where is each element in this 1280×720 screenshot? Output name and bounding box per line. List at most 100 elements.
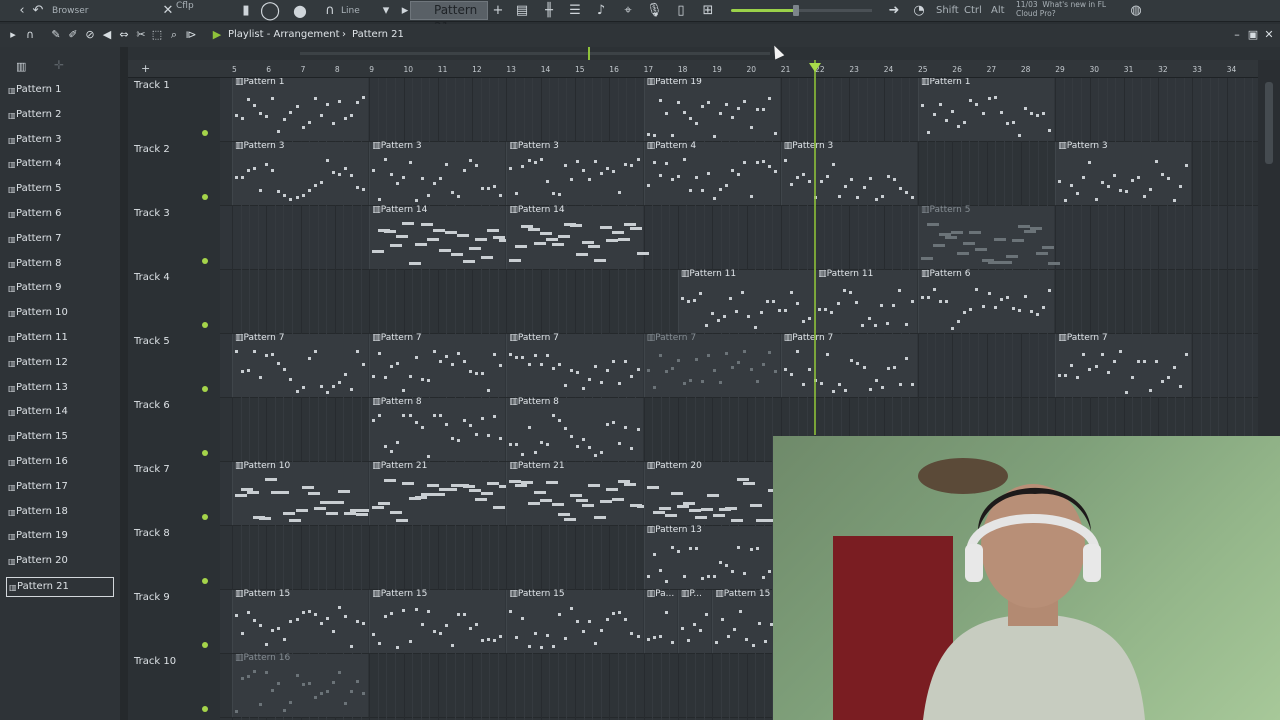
pattern-item[interactable]: ▥ Pattern 7 <box>6 230 114 250</box>
snap-mode-label[interactable]: Line <box>341 3 360 19</box>
pattern-clip[interactable]: ▥Pattern 3 <box>369 141 506 205</box>
options-arrow-icon[interactable]: ▸ <box>6 28 20 42</box>
play-icon[interactable]: ▶ <box>210 28 224 42</box>
pattern-item[interactable]: ▥ Pattern 11 <box>6 329 114 349</box>
track-name[interactable]: Track 3 <box>134 208 170 219</box>
track-enable-led[interactable] <box>202 194 208 200</box>
playlist-icon[interactable]: ▤ <box>514 2 530 19</box>
mixer-icon[interactable]: ╫ <box>541 2 557 19</box>
pattern-clip[interactable]: ▥Pattern 3 <box>506 141 643 205</box>
pattern-clip[interactable]: ▥P... <box>677 589 712 653</box>
maximize-icon[interactable]: ▣ <box>1246 28 1260 42</box>
track-name[interactable]: Track 4 <box>134 272 170 283</box>
pattern-clip[interactable]: ▥Pattern 20 <box>643 461 786 525</box>
zoom-icon[interactable]: ⌕ <box>167 28 181 42</box>
pattern-item[interactable]: ▥ Pattern 9 <box>6 279 114 299</box>
magnet-snap-icon[interactable]: ∩ <box>23 28 37 42</box>
picker-add-icon[interactable]: ✛ <box>54 58 64 72</box>
pattern-clip[interactable]: ▥Pattern 3 <box>780 141 917 205</box>
timeline-ruler[interactable]: + 5 6 7 8 9 10 11 12 13 14 15 16 17 18 19 20 21 22 23 24 25 2… <box>128 60 1258 78</box>
pencil-icon[interactable]: ✎ <box>49 28 63 42</box>
alt-key[interactable]: Alt <box>991 3 1005 19</box>
pattern-clip[interactable]: ▥Pattern 7 <box>506 333 643 397</box>
track-enable-led[interactable] <box>202 578 208 584</box>
pattern-clip[interactable]: ▥Pattern 15 <box>232 589 369 653</box>
pattern-clip[interactable]: ▥Pattern 15 <box>369 589 506 653</box>
playback-icon[interactable]: ⧐ <box>184 28 198 42</box>
pattern-item[interactable]: ▥ Pattern 14 <box>6 403 114 423</box>
pattern-clip[interactable]: ▥Pattern 14 <box>369 205 512 269</box>
pattern-item[interactable]: ▥ Pattern 2 <box>6 106 114 126</box>
pattern-clip[interactable]: ▥Pattern 19 <box>643 78 780 141</box>
track-enable-led[interactable] <box>202 322 208 328</box>
overview-strip[interactable] <box>0 47 1280 60</box>
track-enable-led[interactable] <box>202 386 208 392</box>
pattern-item[interactable]: ▥ Pattern 1 <box>6 81 114 101</box>
pattern-item[interactable]: ▥ Pattern 17 <box>6 478 114 498</box>
pattern-item[interactable]: ▥ Pattern 6 <box>6 205 114 225</box>
pattern-clip[interactable]: ▥Pattern 1 <box>232 78 369 141</box>
slider-icon[interactable]: ▮ <box>238 2 254 19</box>
pattern-item[interactable]: ▥ Pattern 4 <box>6 155 114 175</box>
pattern-clip[interactable]: ▥Pattern 7 <box>780 333 917 397</box>
pattern-item[interactable]: ▥ Pattern 13 <box>6 379 114 399</box>
master-volume-knob-icon[interactable]: ● <box>292 2 308 19</box>
pattern-clip[interactable]: ▥Pattern 3 <box>232 141 369 205</box>
chevron-down-icon[interactable]: ▾ <box>378 2 394 19</box>
pattern-item[interactable]: ▥ Pattern 3 <box>6 131 114 151</box>
master-pitch-knob-icon[interactable]: ◯ <box>260 2 280 20</box>
pattern-item[interactable]: ▥ Pattern 15 <box>6 428 114 448</box>
pattern-clip[interactable]: ▥Pattern 8 <box>369 397 506 461</box>
pattern-clip[interactable]: ▥Pattern 8 <box>506 397 643 461</box>
pattern-clip[interactable]: ▥Pattern 7 <box>232 333 369 397</box>
pattern-clip[interactable]: ▥Pattern 7 <box>643 333 780 397</box>
pattern-clip[interactable]: ▥Pattern 11 <box>815 269 917 333</box>
track-name[interactable]: Track 7 <box>134 464 170 475</box>
track-enable-led[interactable] <box>202 642 208 648</box>
mute-icon[interactable]: ◀ <box>100 28 114 42</box>
track-name[interactable]: Track 1 <box>134 80 170 91</box>
pattern-clip[interactable]: ▥Pa... <box>643 589 677 653</box>
track-name[interactable]: Track 2 <box>134 144 170 155</box>
slice-icon[interactable]: ✂ <box>134 28 148 42</box>
speech-icon[interactable]: ◔ <box>911 2 927 19</box>
track-name[interactable]: Track 8 <box>134 528 170 539</box>
magnet-icon[interactable]: ∩ <box>322 2 338 19</box>
track-enable-led[interactable] <box>202 130 208 136</box>
tempo-icon[interactable]: ⊞ <box>700 2 716 19</box>
pattern-clip[interactable]: ▥Pattern 7 <box>369 333 506 397</box>
news-panel[interactable]: 11/03 What's new in FL Cloud Pro? <box>1016 0 1106 18</box>
add-track-icon[interactable]: + <box>141 62 150 75</box>
pattern-clip[interactable]: ▥Pattern 21 <box>369 461 512 525</box>
select-icon[interactable]: ⬚ <box>150 28 164 42</box>
close-icon[interactable]: ✕ <box>160 2 176 19</box>
pattern-item[interactable]: ▥ Pattern 10 <box>6 304 114 324</box>
globe-icon[interactable]: ◍ <box>1128 2 1144 19</box>
pattern-item[interactable]: ▥ Pattern 5 <box>6 180 114 200</box>
browser-arrow-icon[interactable]: ‹ <box>14 2 30 19</box>
pattern-item[interactable]: ▥ Pattern 20 <box>6 552 114 572</box>
minimize-icon[interactable]: – <box>1230 28 1244 42</box>
pattern-clip[interactable]: ▥Pattern 7 <box>1055 333 1192 397</box>
track-name[interactable]: Track 5 <box>134 336 170 347</box>
pattern-item[interactable]: ▥ Pattern 12 <box>6 354 114 374</box>
shift-key[interactable]: Shift <box>936 3 959 19</box>
file-icon[interactable]: ▯ <box>673 2 689 19</box>
picker-menu-icon[interactable]: ▥ <box>16 60 26 73</box>
pattern-clip[interactable]: ▥Pattern 21 <box>506 461 649 525</box>
pattern-clip[interactable]: ▥Pattern 16 <box>232 653 369 717</box>
pattern-item[interactable]: ▥ Pattern 8 <box>6 255 114 275</box>
pattern-clip[interactable]: ▥Pattern 4 <box>643 141 780 205</box>
pattern-item[interactable]: ▥ Pattern 16 <box>6 453 114 473</box>
track-name[interactable]: Track 9 <box>134 592 170 603</box>
track-enable-led[interactable] <box>202 450 208 456</box>
pattern-clip[interactable]: ▥Pattern 6 <box>918 269 1055 333</box>
ctrl-key[interactable]: Ctrl <box>964 3 982 19</box>
browser-label[interactable]: Browser <box>52 3 88 19</box>
pattern-clip[interactable]: ▥Pattern 13 <box>643 525 780 589</box>
channel-rack-icon[interactable]: ☰ <box>567 2 583 19</box>
slip-icon[interactable]: ⇔ <box>117 28 131 42</box>
plugin-icon[interactable]: ⌖ <box>620 2 636 19</box>
pattern-clip[interactable]: ▥Pattern 14 <box>506 205 649 269</box>
paint-icon[interactable]: ✐ <box>66 28 80 42</box>
